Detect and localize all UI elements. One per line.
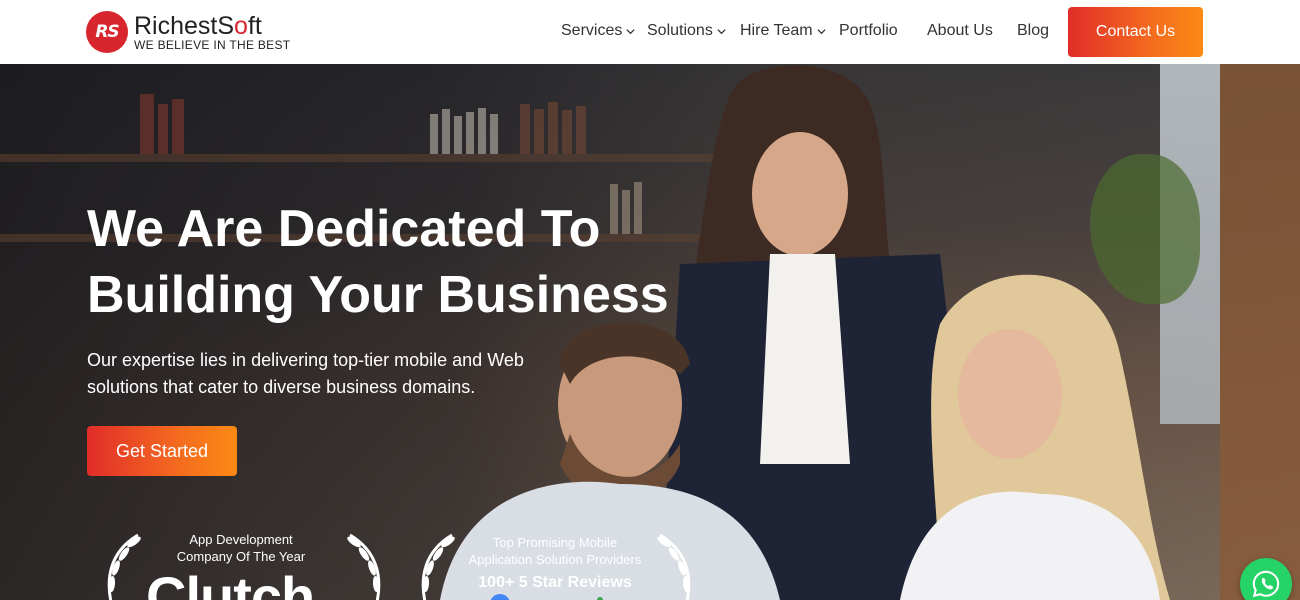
hero-title-line2: Building Your Business — [87, 266, 669, 324]
nav-item-about-us[interactable]: About Us — [927, 22, 993, 40]
nav-label-portfolio: Portfolio — [839, 22, 898, 39]
award-top-promising-highlight: 100+ 5 Star Reviews — [478, 574, 632, 591]
hero-subtitle-line1: Our expertise lies in delivering top-tie… — [87, 350, 524, 370]
nav-item-services[interactable]: Services — [561, 22, 635, 40]
nav-label-solutions: Solutions — [647, 22, 713, 39]
whatsapp-icon — [1252, 570, 1280, 598]
get-started-button[interactable]: Get Started — [87, 426, 237, 476]
team-people-graphic — [440, 65, 1170, 600]
clutch-logo-text: Clutch — [146, 565, 315, 600]
hero-section: We Are Dedicated To Building Your Busine… — [0, 64, 1300, 600]
background-wood-panel — [1220, 64, 1300, 600]
logo-mark: RS — [86, 11, 128, 53]
nav-item-solutions[interactable]: Solutions — [647, 22, 726, 40]
laurel-right-icon — [347, 533, 381, 600]
nav-label-blog: Blog — [1017, 22, 1050, 39]
logo-tagline: WE BELIEVE IN THE BEST — [134, 37, 291, 52]
laurel-right-icon — [657, 533, 691, 600]
chevron-down-icon — [626, 28, 635, 34]
review-badge-icon — [490, 594, 603, 600]
nav-label-services: Services — [561, 22, 623, 39]
nav-item-portfolio[interactable]: Portfolio — [839, 22, 898, 40]
nav-item-blog[interactable]: Blog — [1017, 22, 1049, 40]
award-top-promising: Top Promising Mobile Application Solutio… — [455, 534, 655, 594]
nav-label-hire-team: Hire Team — [740, 22, 813, 39]
logo-name-part2: ft — [247, 11, 262, 40]
award-clutch: App Development Company Of The Year — [150, 531, 332, 565]
hero-title-line1: We Are Dedicated To — [87, 200, 601, 258]
nav-item-hire-team[interactable]: Hire Team — [740, 22, 826, 40]
hero-subtitle-line2: solutions that cater to diverse business… — [87, 377, 476, 397]
award-clutch-line2: Company Of The Year — [176, 549, 306, 564]
award-top-promising-line1: Top Promising Mobile — [492, 535, 618, 550]
contact-us-button[interactable]: Contact Us — [1068, 7, 1203, 57]
chevron-down-icon — [817, 28, 826, 34]
logo-name-part1: RichestS — [134, 11, 235, 40]
logo-wordmark: RichestSoft WE BELIEVE IN THE BEST — [134, 13, 290, 52]
logo-name-dot: o — [234, 11, 248, 40]
brand-logo[interactable]: RS RichestSoft WE BELIEVE IN THE BEST — [86, 10, 290, 54]
logo-name: RichestSoft — [134, 13, 290, 39]
site-header: RS RichestSoft WE BELIEVE IN THE BEST Se… — [0, 0, 1300, 64]
laurel-left-icon — [107, 533, 141, 600]
nav-label-about-us: About Us — [927, 22, 993, 39]
hero-title: We Are Dedicated To Building Your Busine… — [87, 196, 727, 328]
chevron-down-icon — [717, 28, 726, 34]
hero-subtitle: Our expertise lies in delivering top-tie… — [87, 347, 557, 401]
award-top-promising-line2: Application Solution Providers — [468, 552, 642, 567]
award-clutch-line1: App Development — [189, 532, 293, 547]
